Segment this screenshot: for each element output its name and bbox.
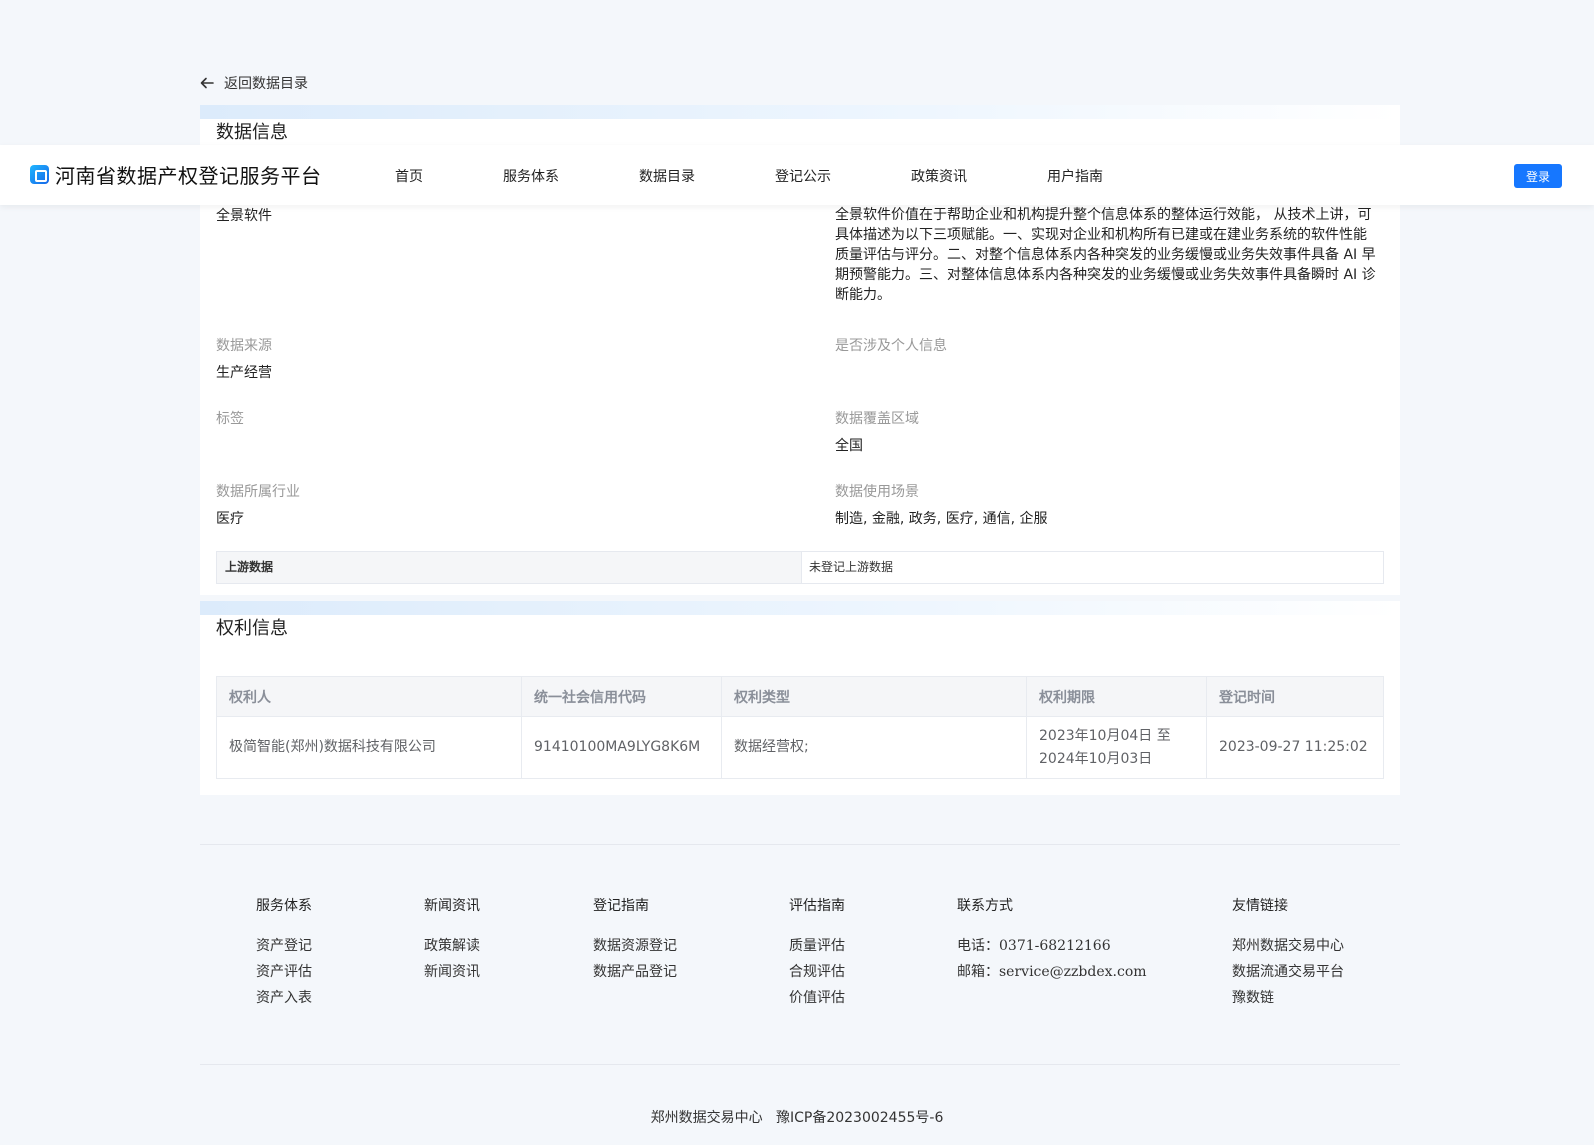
panel-header-strip	[200, 601, 1400, 615]
cell-rights-holder: 极简智能(郑州)数据科技有限公司	[216, 716, 522, 779]
col-rights-holder: 权利人	[216, 676, 522, 717]
usage-scene-field: 数据使用场景 制造, 金融, 政务, 医疗, 通信, 企服	[835, 483, 1048, 529]
industry-label: 数据所属行业	[216, 484, 300, 500]
footer-col-friend-links: 友情链接 郑州数据交易中心 数据流通交易平台 豫数链	[1232, 897, 1344, 1011]
footer-col-service: 服务体系 资产登记 资产评估 资产入表	[256, 897, 312, 1011]
footer-link[interactable]: 新闻资讯	[424, 959, 480, 985]
login-button[interactable]: 登录	[1514, 164, 1562, 188]
footer-col-head: 联系方式	[957, 898, 1013, 914]
phone-value: 0371-68212166	[999, 938, 1111, 954]
data-name-value: 全景软件	[216, 208, 272, 224]
coverage-region-field: 数据覆盖区域 全国	[835, 410, 919, 456]
upstream-data-label: 上游数据	[217, 552, 802, 583]
footer-divider-top	[200, 844, 1400, 845]
back-link-label: 返回数据目录	[224, 76, 308, 92]
footer-link[interactable]: 豫数链	[1232, 985, 1344, 1011]
brand[interactable]: 河南省数据产权登记服务平台	[30, 160, 322, 189]
footer-link[interactable]: 价值评估	[789, 985, 845, 1011]
nav-data-catalog[interactable]: 数据目录	[639, 166, 695, 186]
rights-info-title: 权利信息	[216, 618, 288, 639]
footer-link[interactable]: 资产登记	[256, 933, 312, 959]
top-navbar: 河南省数据产权登记服务平台 首页 服务体系 数据目录 登记公示 政策资讯 用户指…	[0, 145, 1594, 205]
data-source-value: 生产经营	[216, 365, 272, 381]
industry-value: 医疗	[216, 511, 244, 527]
footer-link[interactable]: 资产评估	[256, 959, 312, 985]
data-source-field: 数据来源 生产经营	[216, 337, 272, 383]
footer-link[interactable]: 资产入表	[256, 985, 312, 1011]
nav-registration-notice[interactable]: 登记公示	[775, 166, 831, 186]
panel-header-strip	[200, 105, 1400, 119]
arrow-left-icon	[200, 77, 214, 89]
footer-divider-bottom	[200, 1064, 1400, 1065]
rights-table: 权利人 统一社会信用代码 权利类型 权利期限 登记时间 极简智能(郑州)数据科技…	[216, 676, 1384, 779]
footer-col-register-guide: 登记指南 数据资源登记 数据产品登记	[593, 897, 677, 985]
rights-info-panel: 权利信息 权利人 统一社会信用代码 权利类型 权利期限 登记时间 极简智能(郑州…	[200, 601, 1400, 795]
data-info-title: 数据信息	[216, 122, 288, 143]
copyright-org: 郑州数据交易中心	[650, 1110, 763, 1126]
footer-col-eval-guide: 评估指南 质量评估 合规评估 价值评估	[789, 897, 845, 1011]
footer-link[interactable]: 合规评估	[789, 959, 845, 985]
footer-link[interactable]: 政策解读	[424, 933, 480, 959]
personal-info-label: 是否涉及个人信息	[835, 338, 947, 354]
tag-label: 标签	[216, 411, 244, 427]
personal-info-field: 是否涉及个人信息	[835, 337, 947, 363]
col-reg-time: 登记时间	[1206, 676, 1384, 717]
email-label: 邮箱：	[957, 964, 999, 980]
brand-name: 河南省数据产权登记服务平台	[55, 164, 322, 188]
footer-col-head: 友情链接	[1232, 898, 1288, 914]
data-description: 全景软件价值在于帮助企业和机构提升整个信息体系的整体运行效能， 从技术上讲，可具…	[835, 207, 1376, 303]
upstream-data-value: 未登记上游数据	[809, 560, 894, 574]
phone-label: 电话：	[957, 938, 999, 954]
cell-right-term: 2023年10月04日 至 2024年10月03日	[1026, 716, 1207, 779]
footer-phone: 电话：0371-68212166	[957, 933, 1147, 959]
brand-logo-icon	[30, 165, 49, 184]
email-value: service@zzbdex.com	[999, 964, 1147, 980]
tag-field: 标签	[216, 410, 244, 436]
col-right-term: 权利期限	[1026, 676, 1207, 717]
copyright: 郑州数据交易中心 豫ICP备2023002455号-6	[0, 1107, 1594, 1127]
footer-col-head: 服务体系	[256, 898, 312, 914]
nav-policy-news[interactable]: 政策资讯	[911, 166, 967, 186]
footer-col-contact: 联系方式 电话：0371-68212166 邮箱：service@zzbdex.…	[957, 897, 1147, 985]
upstream-data-row: 上游数据 未登记上游数据	[216, 551, 1384, 584]
col-credit-code: 统一社会信用代码	[521, 676, 722, 717]
nav-service-system[interactable]: 服务体系	[503, 166, 559, 186]
footer-col-news: 新闻资讯 政策解读 新闻资讯	[424, 897, 480, 985]
data-source-label: 数据来源	[216, 338, 272, 354]
footer-col-head: 登记指南	[593, 898, 649, 914]
footer-link[interactable]: 数据资源登记	[593, 933, 677, 959]
footer-link[interactable]: 数据产品登记	[593, 959, 677, 985]
icp-number[interactable]: 豫ICP备2023002455号-6	[776, 1110, 943, 1126]
usage-scene-label: 数据使用场景	[835, 484, 919, 500]
term-start: 2023年10月04日 至	[1039, 727, 1171, 744]
back-to-catalog-link[interactable]: 返回数据目录	[200, 73, 308, 93]
nav-home[interactable]: 首页	[395, 166, 423, 186]
footer-link[interactable]: 郑州数据交易中心	[1232, 933, 1344, 959]
footer-link[interactable]: 质量评估	[789, 933, 845, 959]
coverage-region-label: 数据覆盖区域	[835, 411, 919, 427]
cell-reg-time: 2023-09-27 11:25:02	[1206, 716, 1384, 779]
cell-credit-code: 91410100MA9LYG8K6M	[521, 716, 722, 779]
footer-email: 邮箱：service@zzbdex.com	[957, 959, 1147, 985]
footer-link[interactable]: 数据流通交易平台	[1232, 959, 1344, 985]
cell-right-type: 数据经营权;	[721, 716, 1027, 779]
usage-scene-value: 制造, 金融, 政务, 医疗, 通信, 企服	[835, 511, 1048, 527]
footer-col-head: 新闻资讯	[424, 898, 480, 914]
table-header-row: 权利人 统一社会信用代码 权利类型 权利期限 登记时间	[216, 676, 1384, 717]
col-right-type: 权利类型	[721, 676, 1027, 717]
coverage-region-value: 全国	[835, 438, 863, 454]
industry-field: 数据所属行业 医疗	[216, 483, 300, 529]
term-end: 2024年10月03日	[1039, 750, 1153, 767]
nav-user-guide[interactable]: 用户指南	[1047, 166, 1103, 186]
table-row: 极简智能(郑州)数据科技有限公司 91410100MA9LYG8K6M 数据经营…	[216, 716, 1384, 779]
footer-col-head: 评估指南	[789, 898, 845, 914]
